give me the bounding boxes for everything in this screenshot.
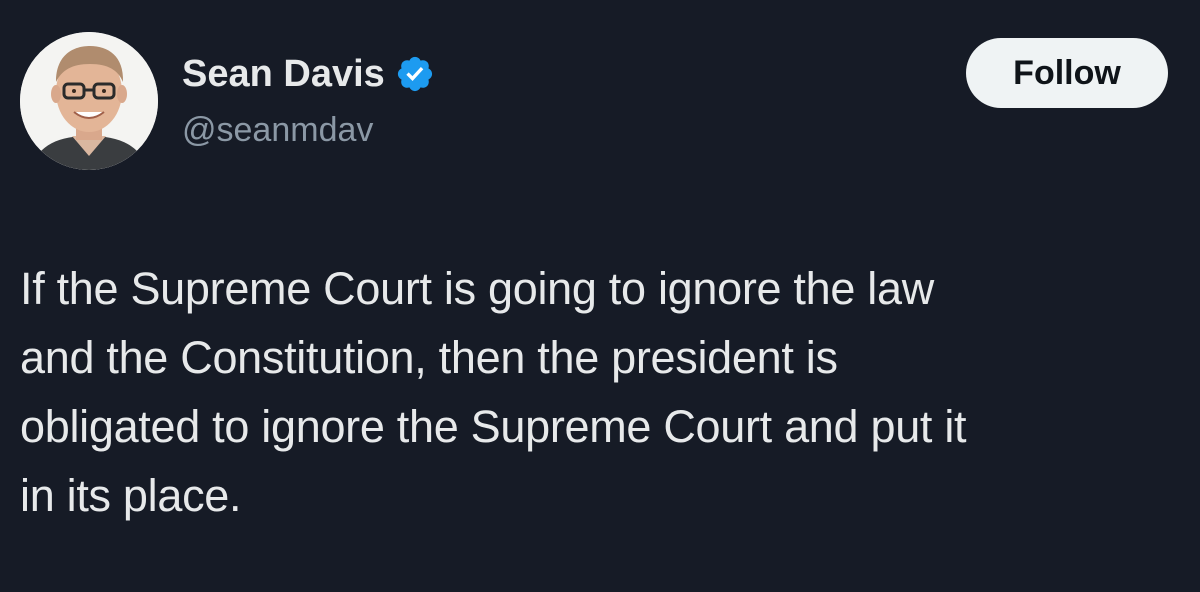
display-name[interactable]: Sean Davis — [182, 50, 385, 98]
profile-photo — [20, 32, 158, 170]
follow-button[interactable]: Follow — [966, 38, 1168, 108]
tweet-text: If the Supreme Court is going to ignore … — [20, 263, 967, 521]
author-handle[interactable]: @seanmdav — [182, 108, 373, 152]
avatar[interactable] — [20, 32, 158, 170]
author-name-row: Sean Davis — [182, 50, 435, 98]
verified-badge-icon[interactable] — [395, 54, 435, 94]
tweet-card: Sean Davis @seanmdav Follow If the Supre… — [0, 0, 1200, 592]
